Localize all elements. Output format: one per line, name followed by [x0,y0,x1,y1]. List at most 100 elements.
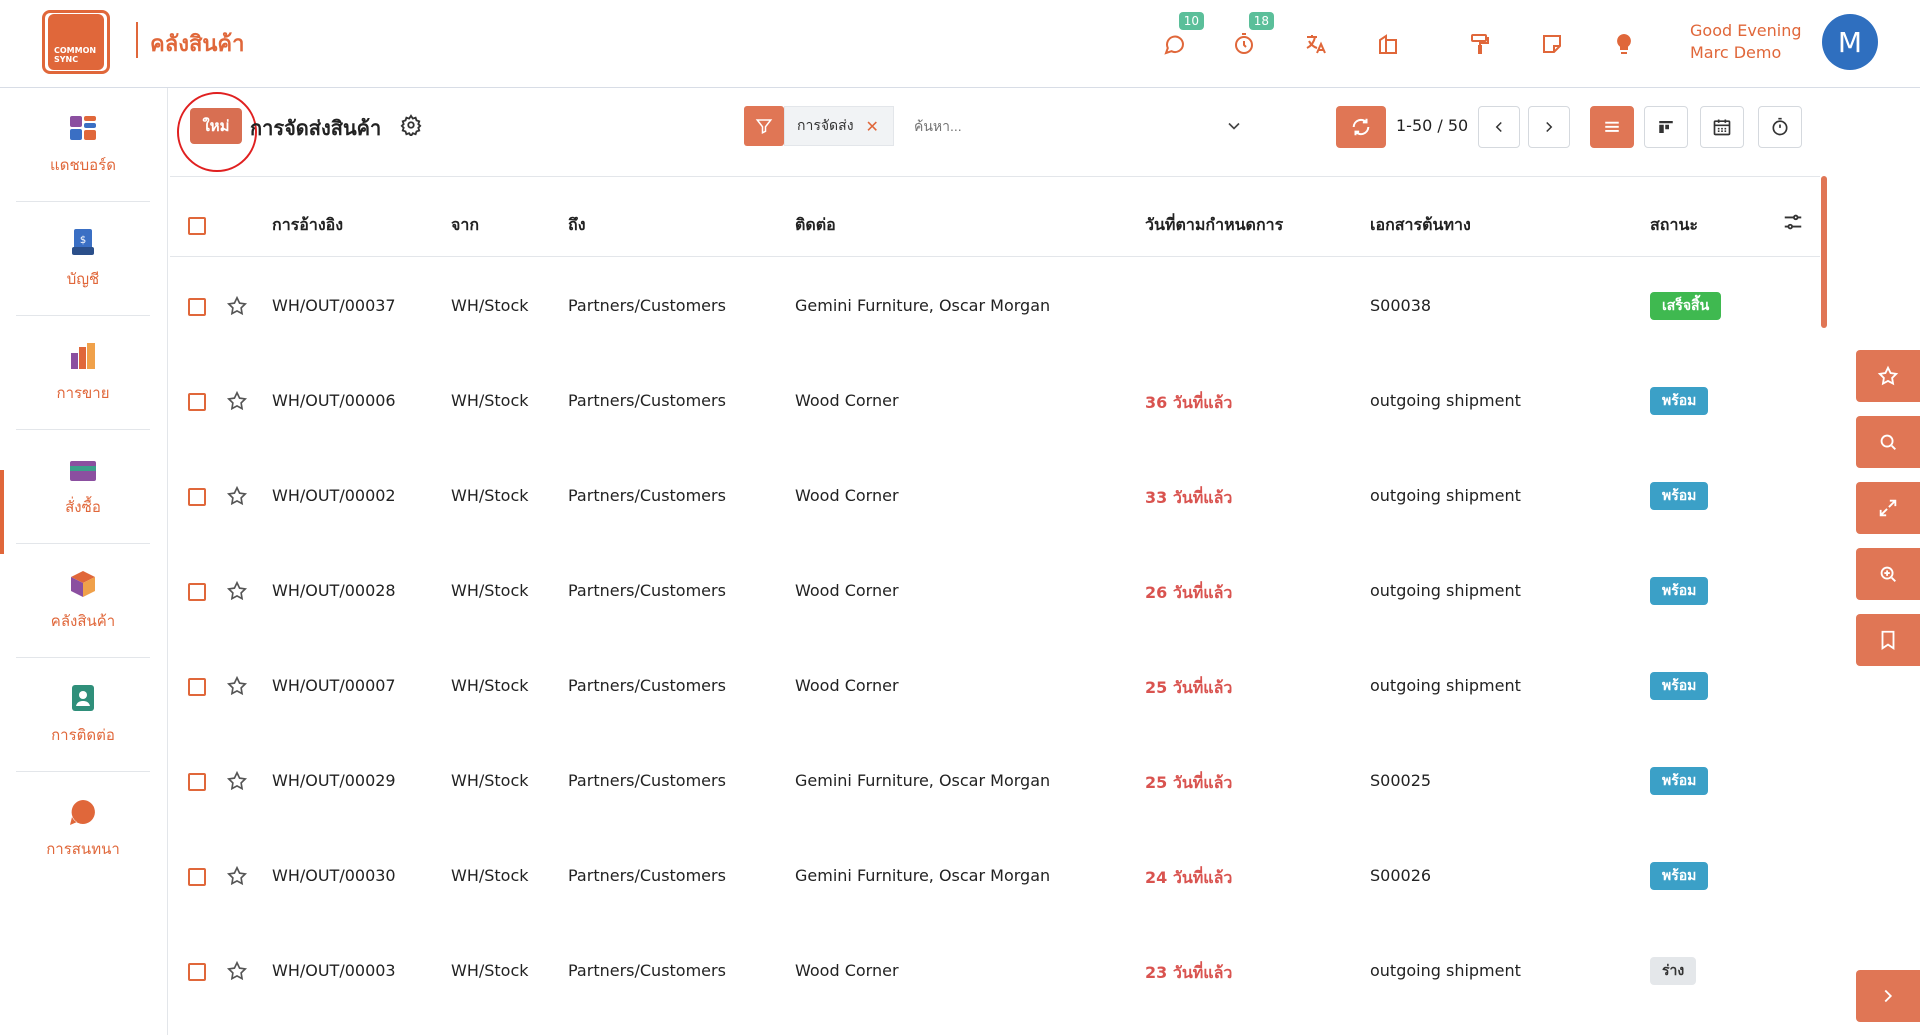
sidebar-item-label: แดชบอร์ด [50,155,116,174]
favorite-float-button[interactable] [1856,350,1920,402]
column-header-source[interactable]: เอกสารต้นทาง [1370,213,1471,238]
sidebar-item-discuss[interactable]: การสนทนา [16,772,150,886]
cell-reference: WH/OUT/00003 [272,961,396,980]
expand-panel-button[interactable] [1856,970,1920,1022]
table-row[interactable]: WH/OUT/00003 WH/Stock Partners/Customers Wo… [170,923,1820,1018]
table-row[interactable]: WH/OUT/00002 WH/Stock Partners/Customers Wo… [170,448,1820,543]
sidebar-item-sales[interactable]: การขาย [16,316,150,430]
messages-button[interactable]: 10 [1160,12,1204,58]
expand-icon [1879,499,1897,517]
company-logo[interactable]: COMMON SYNC [42,10,110,74]
row-checkbox[interactable] [188,963,206,981]
zoom-float-button[interactable] [1856,548,1920,600]
refresh-icon [1352,118,1370,136]
sidebar-item-accounting[interactable]: $ บัญชี [16,202,150,316]
star-icon[interactable] [226,960,248,982]
row-checkbox[interactable] [188,488,206,506]
cell-from: WH/Stock [451,391,529,410]
calendar-view-button[interactable] [1700,106,1744,148]
column-header-to[interactable]: ถึง [568,213,586,238]
sidebar-item-contacts[interactable]: การติดต่อ [16,658,150,772]
bookmark-icon [1881,630,1895,650]
row-checkbox[interactable] [188,773,206,791]
column-header-from[interactable]: จาก [451,213,479,238]
star-icon[interactable] [226,390,248,412]
search-input[interactable] [908,106,1208,146]
status-badge: พร้อม [1650,767,1709,795]
sidebar-item-dashboard[interactable]: แดชบอร์ด [16,88,150,202]
table-row[interactable]: WH/OUT/00037 WH/Stock Partners/Customers Ge… [170,258,1820,353]
cell-scheduled: 23 วันที่แล้ว [1145,963,1233,982]
status-badge: พร้อม [1650,672,1709,700]
row-checkbox[interactable] [188,678,206,696]
star-icon[interactable] [226,485,248,507]
table-row[interactable]: WH/OUT/00006 WH/Stock Partners/Customers Wo… [170,353,1820,448]
avatar[interactable]: M [1822,14,1878,70]
cell-scheduled: 25 วันที่แล้ว [1145,678,1233,697]
row-checkbox[interactable] [188,298,206,316]
column-header-reference[interactable]: การอ้างอิง [272,213,343,238]
cell-from: WH/Stock [451,676,529,695]
star-icon[interactable] [226,865,248,887]
pager-value[interactable]: 1-50 / 50 [1396,116,1468,135]
close-icon[interactable]: ✕ [866,117,879,136]
table-row[interactable]: WH/OUT/00028 WH/Stock Partners/Customers Wo… [170,543,1820,638]
star-icon[interactable] [226,770,248,792]
cell-reference: WH/OUT/00030 [272,866,396,885]
row-checkbox[interactable] [188,868,206,886]
star-icon[interactable] [226,675,248,697]
row-checkbox[interactable] [188,393,206,411]
pager-previous-button[interactable] [1478,106,1520,148]
chevron-right-icon [1884,989,1893,1003]
star-icon[interactable] [226,295,248,317]
table-row[interactable]: WH/OUT/00030 WH/Stock Partners/Customers Ge… [170,828,1820,923]
cell-to: Partners/Customers [568,581,726,600]
cell-reference: WH/OUT/00028 [272,581,396,600]
cell-reference: WH/OUT/00029 [272,771,396,790]
language-button[interactable] [1302,30,1330,58]
cell-scheduled: 33 วันที่แล้ว [1145,488,1233,507]
select-all-checkbox[interactable] [188,217,206,235]
row-checkbox[interactable] [188,583,206,601]
column-header-scheduled[interactable]: วันที่ตามกำหนดการ [1145,213,1283,238]
column-header-contact[interactable]: ติดต่อ [795,213,836,238]
activity-view-button[interactable] [1758,106,1802,148]
chevron-down-icon[interactable] [1224,116,1244,136]
refresh-button[interactable] [1336,106,1386,148]
cell-scheduled: 25 วันที่แล้ว [1145,773,1233,792]
gear-icon[interactable] [400,114,422,136]
calendar-icon [1713,119,1731,136]
bookmark-float-button[interactable] [1856,614,1920,666]
cell-to: Partners/Customers [568,676,726,695]
paint-roller-icon [1471,34,1489,54]
user-greeting[interactable]: Good Evening Marc Demo [1690,20,1802,64]
table-row[interactable]: WH/OUT/00029 WH/Stock Partners/Customers Ge… [170,733,1820,828]
cell-source: outgoing shipment [1370,486,1521,505]
tips-button[interactable] [1610,30,1638,58]
cell-contact: Gemini Furniture, Oscar Morgan [795,296,1051,315]
cell-contact: Wood Corner [795,961,899,980]
list-table: การอ้างอิง จาก ถึง ติดต่อ วันที่ตามกำหนด… [170,176,1820,1035]
list-icon [1605,121,1619,132]
star-icon[interactable] [226,580,248,602]
notes-button[interactable] [1538,30,1566,58]
scrollbar[interactable] [1821,176,1827,328]
company-switch-button[interactable] [1374,30,1402,58]
cell-from: WH/Stock [451,771,529,790]
sidebar-item-purchase[interactable]: สั่งซื้อ [16,430,150,544]
column-settings-icon[interactable] [1782,211,1804,233]
column-header-status[interactable]: สถานะ [1650,213,1698,238]
title-divider [136,22,138,58]
sidebar-item-label: การขาย [56,383,110,402]
list-view-button[interactable] [1590,106,1634,148]
pager-next-button[interactable] [1528,106,1570,148]
search-float-button[interactable] [1856,416,1920,468]
sales-icon [71,342,95,369]
filter-toggle-button[interactable] [744,106,784,146]
activities-button[interactable]: 18 [1230,12,1274,58]
kanban-view-button[interactable] [1644,106,1688,148]
theme-button[interactable] [1466,30,1494,58]
sidebar-item-inventory[interactable]: คลังสินค้า [16,544,150,658]
fullscreen-float-button[interactable] [1856,482,1920,534]
table-row[interactable]: WH/OUT/00007 WH/Stock Partners/Customers Wo… [170,638,1820,733]
